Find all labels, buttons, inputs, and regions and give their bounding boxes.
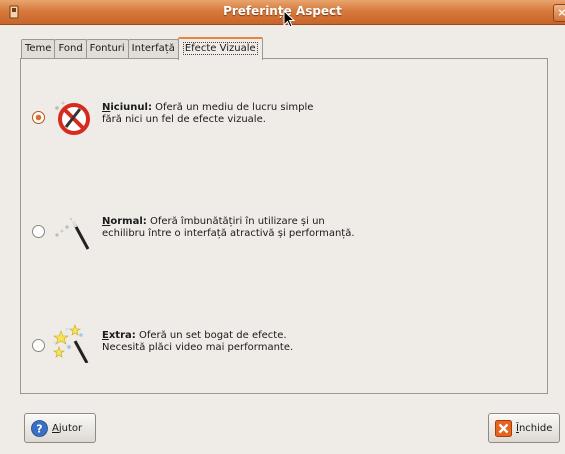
option-extra[interactable]: Extra: Oferă un set bogat de efecte. Nec… bbox=[21, 323, 541, 363]
option-none[interactable]: Niciunul: Oferă un mediu de lucru simple… bbox=[21, 95, 541, 135]
tab-interfata[interactable]: Interfață bbox=[127, 39, 179, 58]
option-extra-mnemonic: E bbox=[102, 330, 109, 341]
svg-text:?: ? bbox=[36, 422, 42, 435]
tab-efecte-vizuale[interactable]: Efecte Vizuale bbox=[177, 37, 263, 60]
mouse-cursor-icon bbox=[283, 10, 296, 28]
help-icon: ? bbox=[31, 419, 48, 437]
close-button-label-rest: nchide bbox=[518, 422, 553, 434]
magic-wand-icon bbox=[55, 217, 90, 250]
no-effects-icon bbox=[55, 101, 90, 135]
close-button-label: Închide bbox=[516, 423, 552, 434]
option-none-title: iciunul: bbox=[110, 102, 152, 113]
window-close-button[interactable]: × bbox=[553, 4, 565, 22]
option-none-desc-line2: fără nici un fel de efecte vizuale. bbox=[102, 114, 266, 125]
option-extra-desc-line1: Oferă un set bogat de efecte. bbox=[138, 330, 287, 341]
tab-fond[interactable]: Fond bbox=[54, 39, 87, 58]
help-button[interactable]: ? Ajutor bbox=[24, 413, 96, 443]
option-normal-desc-line1: Oferă îmbunătățiri în utilizare și un bbox=[149, 216, 325, 227]
radio-extra[interactable] bbox=[32, 339, 45, 352]
help-button-label-rest: jutor bbox=[58, 422, 83, 434]
visual-effects-panel: Niciunul: Oferă un mediu de lucru simple… bbox=[20, 58, 548, 394]
tab-fonturi[interactable]: Fonturi bbox=[85, 39, 129, 58]
magic-wand-sparkles-icon bbox=[53, 324, 89, 363]
option-normal-desc-line2: echilibru între o interfață atractivă și… bbox=[102, 228, 355, 239]
tab-efecte-vizuale-label: Efecte Vizuale bbox=[182, 42, 258, 55]
help-button-mnemonic: A bbox=[52, 422, 59, 434]
option-normal-text: Normal: Oferă îmbunătățiri în utilizare … bbox=[102, 216, 355, 240]
option-normal[interactable]: Normal: Oferă îmbunătățiri în utilizare … bbox=[21, 209, 541, 250]
help-button-label: Ajutor bbox=[52, 423, 82, 434]
option-none-desc-line1: Oferă un mediu de lucru simple bbox=[155, 102, 314, 113]
option-extra-desc-line2: Necesită plăci video mai performante. bbox=[102, 342, 294, 353]
radio-normal[interactable] bbox=[32, 225, 45, 238]
tab-teme[interactable]: Teme bbox=[21, 39, 56, 58]
close-button[interactable]: Închide bbox=[488, 413, 560, 443]
option-normal-title: ormal: bbox=[110, 216, 147, 227]
tab-bar: Teme Fond Fonturi Interfață Efecte Vizua… bbox=[21, 37, 263, 60]
option-none-text: Niciunul: Oferă un mediu de lucru simple… bbox=[102, 102, 313, 126]
option-extra-title: xtra: bbox=[108, 330, 136, 341]
option-extra-text: Extra: Oferă un set bogat de efecte. Nec… bbox=[102, 330, 293, 354]
radio-none[interactable] bbox=[32, 111, 45, 124]
close-icon bbox=[495, 419, 512, 437]
